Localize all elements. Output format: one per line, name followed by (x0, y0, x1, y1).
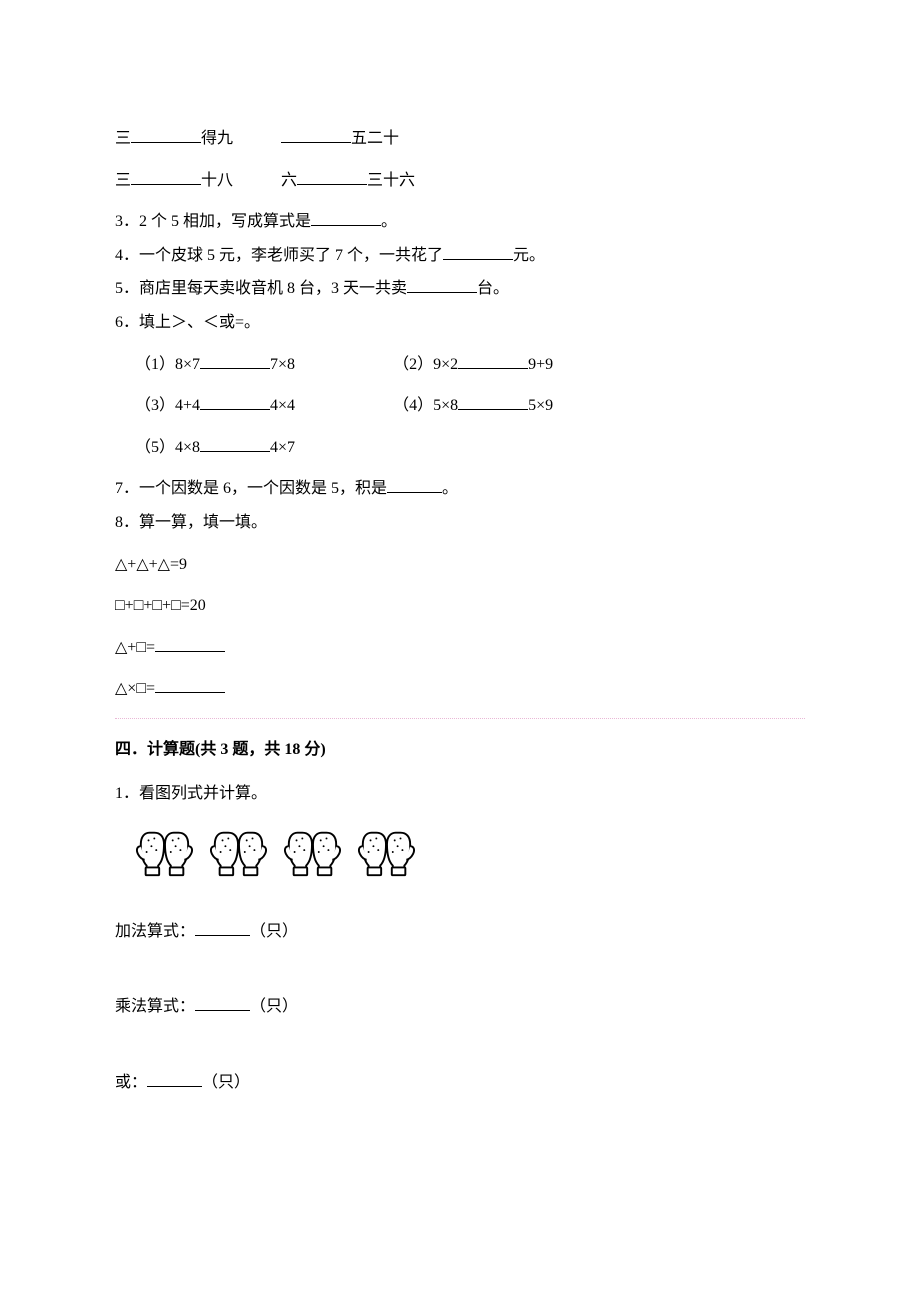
question-6-title: 6．填上＞、＜或=。 (115, 310, 805, 336)
q8-line-4: △×□= (115, 676, 805, 702)
text: 5×9 (528, 397, 553, 414)
q8-line-1: △+△+△=9 (115, 552, 805, 578)
blank[interactable] (458, 352, 528, 369)
rhyme-line-2: 三 十八 六 三十六 (115, 168, 805, 194)
mitten-pair-icon (283, 824, 341, 889)
question-6-row-1: （1）8×7 7×8 （2）9×2 9+9 (135, 352, 805, 378)
label: 乘法算式： (115, 998, 195, 1015)
question-5: 5．商店里每天卖收音机 8 台，3 天一共卖 台。 (115, 276, 805, 302)
blank[interactable] (200, 352, 270, 369)
blank[interactable] (281, 126, 351, 143)
text: 5．商店里每天卖收音机 8 台，3 天一共卖 (115, 280, 407, 297)
text: 台。 (477, 280, 509, 297)
mitten-pair-icon (209, 824, 267, 889)
question-3: 3．2 个 5 相加，写成算式是 。 (115, 209, 805, 235)
blank[interactable] (200, 393, 270, 410)
blank[interactable] (147, 1070, 202, 1087)
question-6-row-2: （3）4+4 4×4 （4）5×8 5×9 (135, 393, 805, 419)
label: 加法算式： (115, 923, 195, 940)
text: 7．一个因数是 6，一个因数是 5，积是 (115, 480, 387, 497)
question-4: 4．一个皮球 5 元，李老师买了 7 个，一共花了 元。 (115, 243, 805, 269)
text: 得九 (201, 130, 233, 147)
unit: （只） (202, 1074, 250, 1091)
question-8-title: 8．算一算，填一填。 (115, 510, 805, 536)
or-answer-line: 或： （只） (115, 1070, 805, 1096)
text: 4．一个皮球 5 元，李老师买了 7 个，一共花了 (115, 247, 443, 264)
text: 十八 (201, 172, 233, 189)
section-divider (115, 718, 805, 719)
mittens-image-row (135, 824, 805, 889)
blank[interactable] (407, 276, 477, 293)
rhyme-line-1: 三 得九 五二十 (115, 126, 805, 152)
text: △×□= (115, 680, 155, 697)
blank[interactable] (155, 635, 225, 652)
text: 三十六 (367, 172, 415, 189)
text: （2）9×2 (393, 356, 458, 373)
blank[interactable] (195, 994, 250, 1011)
text: 四．计算题(共 3 题，共 18 分) (115, 741, 326, 758)
blank[interactable] (297, 168, 367, 185)
section-4-heading: 四．计算题(共 3 题，共 18 分) (115, 737, 805, 763)
multiplication-answer-line: 乘法算式： （只） (115, 994, 805, 1020)
q8-line-3: △+□= (115, 635, 805, 661)
blank[interactable] (155, 676, 225, 693)
text: 6．填上＞、＜或=。 (115, 314, 260, 331)
text: △+□= (115, 639, 155, 656)
text: 7×8 (270, 356, 295, 373)
label: 或： (115, 1074, 147, 1091)
text: 4×7 (270, 439, 295, 456)
blank[interactable] (195, 919, 250, 936)
question-7: 7．一个因数是 6，一个因数是 5，积是 。 (115, 476, 805, 502)
text: （4）5×8 (393, 397, 458, 414)
text: 9+9 (528, 356, 553, 373)
text: （1）8×7 (135, 356, 200, 373)
blank[interactable] (311, 209, 381, 226)
text: △+△+△=9 (115, 556, 187, 573)
blank[interactable] (200, 435, 270, 452)
blank[interactable] (131, 126, 201, 143)
text: 1．看图列式并计算。 (115, 785, 267, 802)
text: 六 (281, 172, 297, 189)
blank[interactable] (458, 393, 528, 410)
mitten-pair-icon (357, 824, 415, 889)
text: 三 (115, 130, 131, 147)
text: 。 (442, 480, 458, 497)
mitten-pair-icon (135, 824, 193, 889)
blank[interactable] (387, 476, 442, 493)
blank[interactable] (443, 243, 513, 260)
text: （3）4+4 (135, 397, 200, 414)
text: 。 (381, 213, 397, 230)
text: 8．算一算，填一填。 (115, 514, 267, 531)
question-6-row-3: （5）4×8 4×7 (135, 435, 805, 461)
text: 五二十 (351, 130, 399, 147)
text: 4×4 (270, 397, 295, 414)
text: □+□+□+□=20 (115, 597, 206, 614)
unit: （只） (250, 923, 298, 940)
blank[interactable] (131, 168, 201, 185)
text: （5）4×8 (135, 439, 200, 456)
unit: （只） (250, 998, 298, 1015)
addition-answer-line: 加法算式： （只） (115, 919, 805, 945)
text: 元。 (513, 247, 545, 264)
text: 三 (115, 172, 131, 189)
q8-line-2: □+□+□+□=20 (115, 593, 805, 619)
text: 3．2 个 5 相加，写成算式是 (115, 213, 311, 230)
section-4-q1-title: 1．看图列式并计算。 (115, 781, 805, 807)
